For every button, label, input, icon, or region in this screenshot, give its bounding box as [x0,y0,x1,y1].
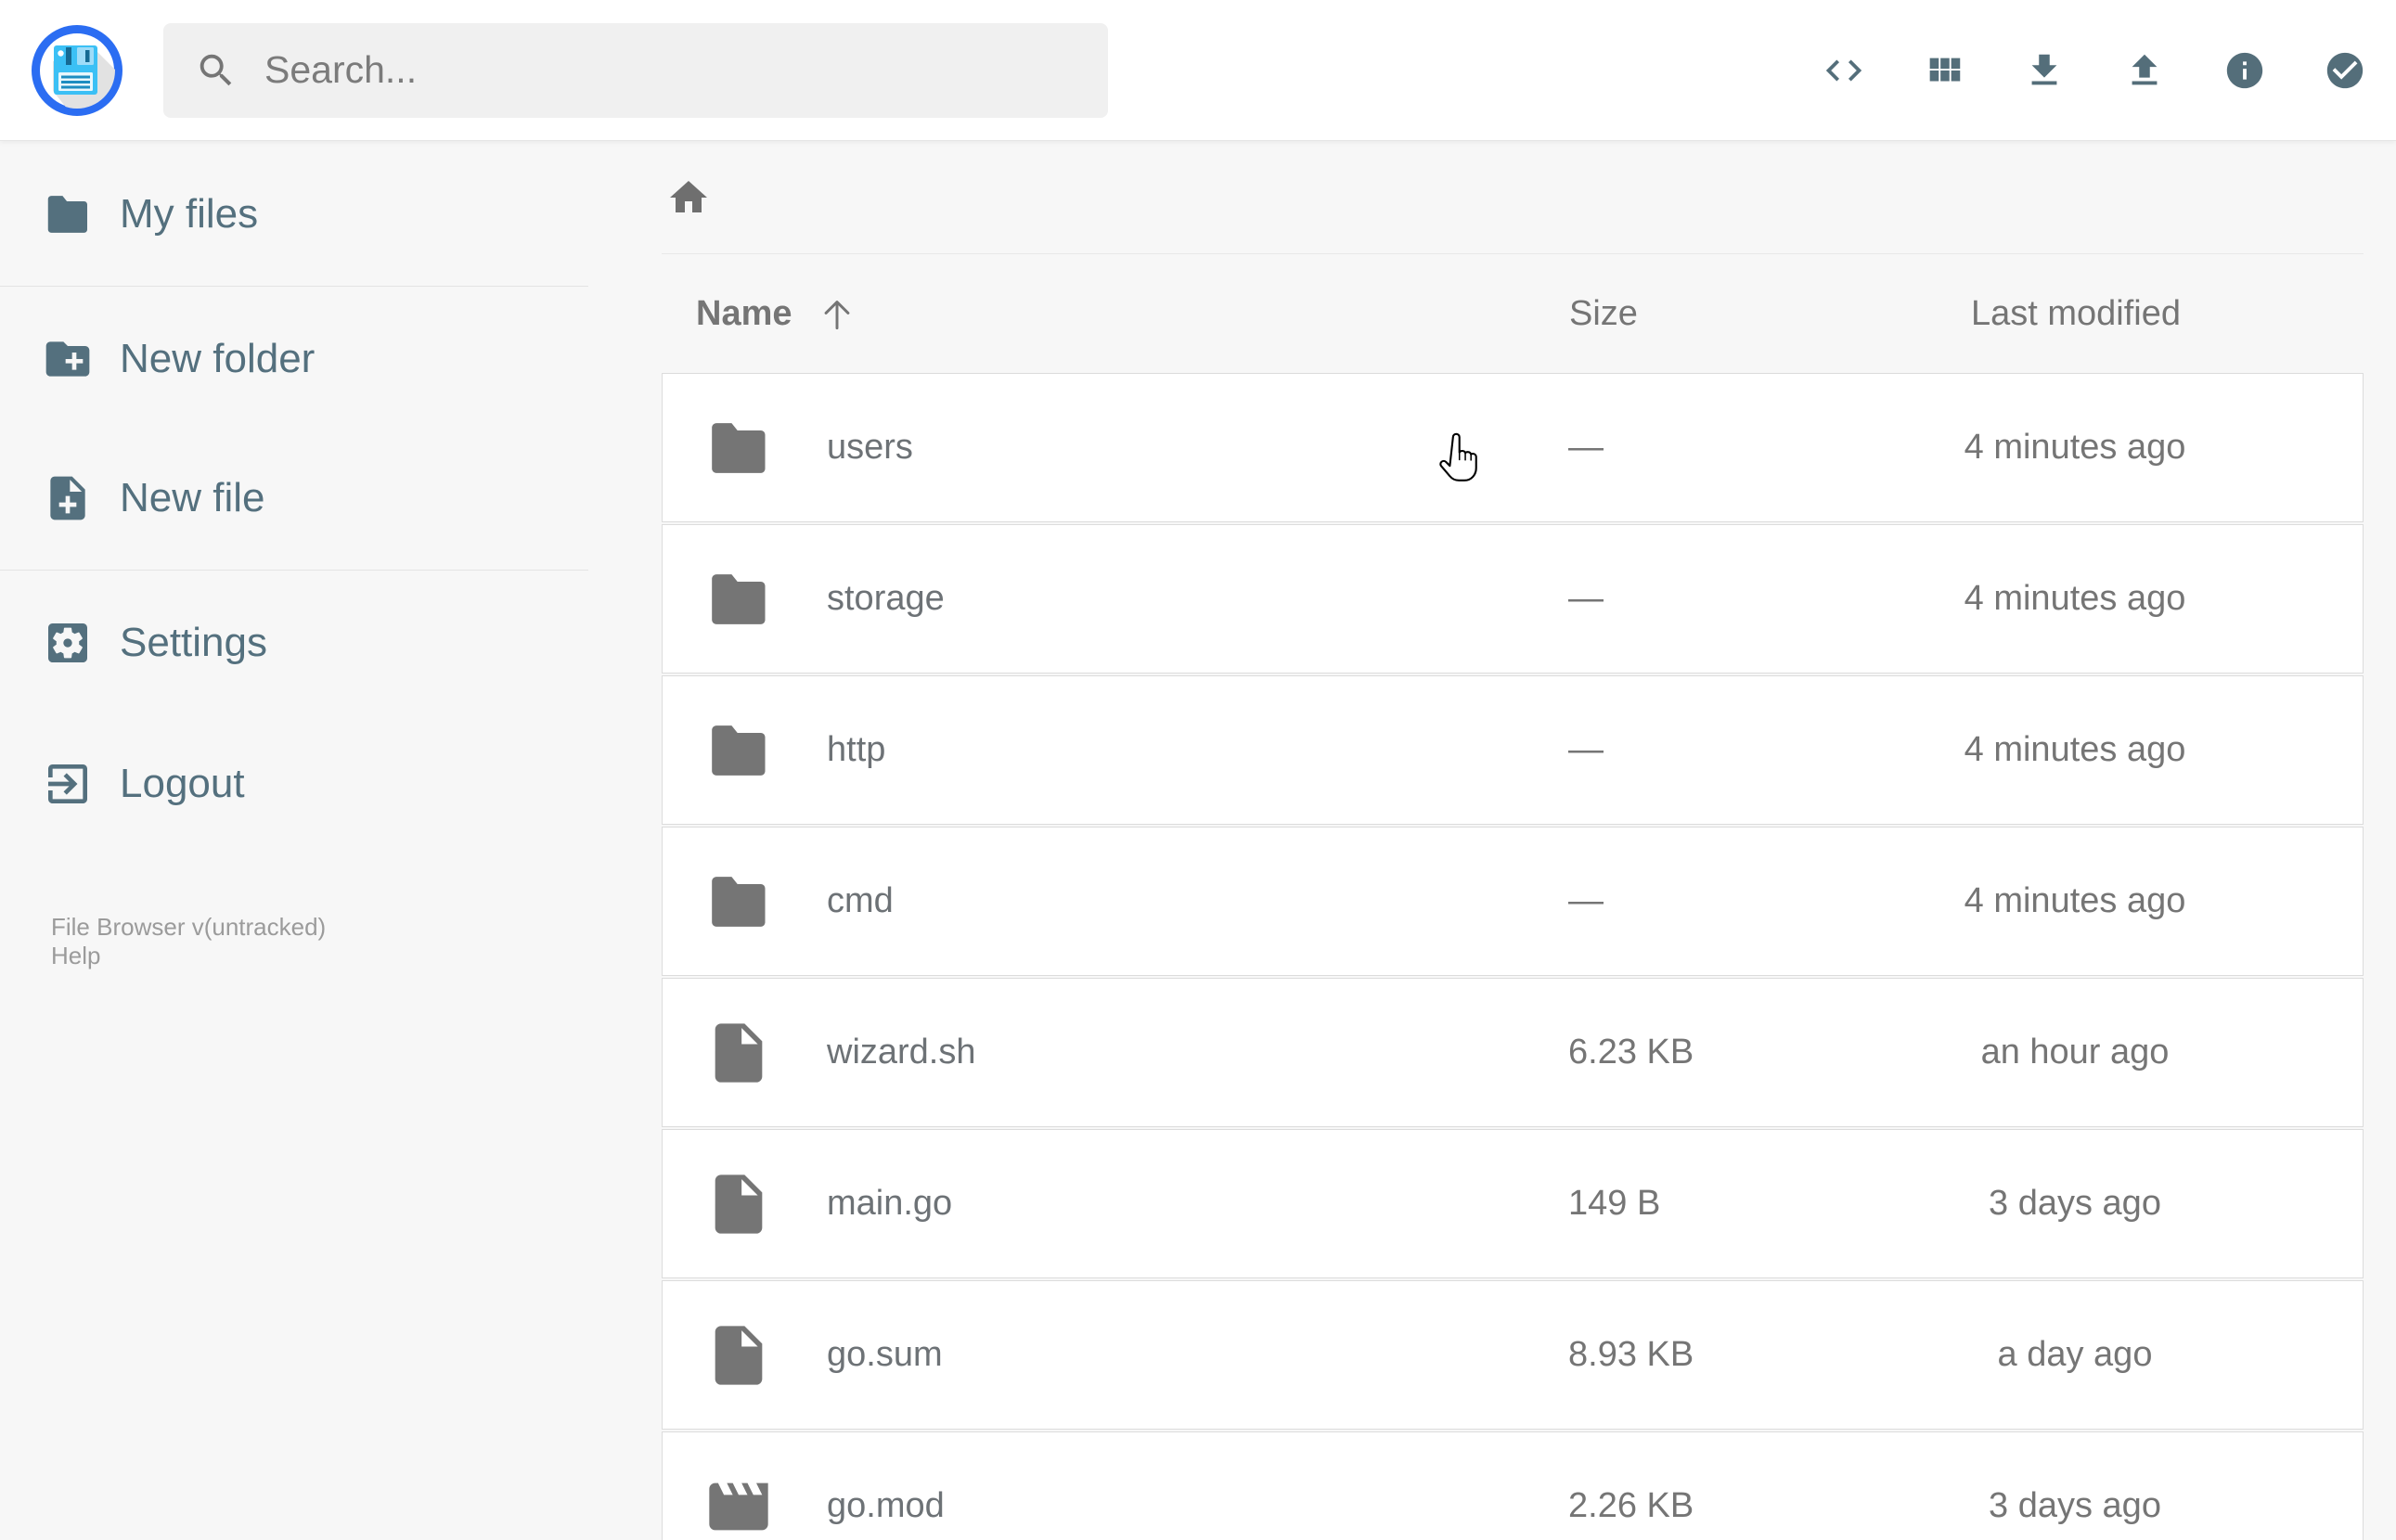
file-size: 2.26 KB [1568,1486,1694,1525]
help-link[interactable]: Help [51,942,326,970]
sidebar-item-label: Settings [120,620,267,665]
file-name-cell: go.sum [663,1320,1509,1391]
sidebar-item-new-file[interactable]: New file [0,456,588,540]
new-file-icon [42,472,94,524]
top-bar [0,0,2396,141]
code-icon [1823,49,1865,92]
file-name: go.sum [827,1335,943,1374]
file-name-cell: main.go [663,1169,1509,1239]
file-name-cell: storage [663,564,1509,635]
info-icon [2223,49,2266,92]
code-button[interactable] [1823,49,1865,92]
logout-icon [42,758,94,810]
folder-icon [703,715,774,786]
version-link[interactable]: File Browser v(untracked) [51,913,326,942]
file-size: — [1568,881,1604,920]
row-users[interactable]: users — 4 minutes ago [662,373,2364,522]
sidebar-item-label: My files [120,191,259,237]
sidebar-item-new-folder[interactable]: New folder [0,317,588,401]
breadcrumb [662,141,2364,254]
check-circle-button[interactable] [2324,49,2366,92]
row-cmd[interactable]: cmd — 4 minutes ago [662,827,2364,976]
file-name-cell: wizard.sh [663,1018,1509,1088]
file-name-cell: go.mod [663,1471,1509,1540]
upload-button[interactable] [2123,49,2166,92]
row-http[interactable]: http — 4 minutes ago [662,675,2364,825]
home-icon[interactable] [666,175,711,220]
info-button[interactable] [2223,49,2266,92]
check-circle-icon [2324,49,2366,92]
file-name: users [827,428,913,467]
file-size: 8.93 KB [1568,1335,1694,1374]
file-modified: 4 minutes ago [1964,881,2186,920]
upload-icon [2123,49,2166,92]
settings-icon [42,617,94,669]
row-wizard-sh[interactable]: wizard.sh 6.23 KB an hour ago [662,978,2364,1127]
search-icon [195,49,238,92]
sidebar-item-settings[interactable]: Settings [0,601,588,685]
row-main-go[interactable]: main.go 149 B 3 days ago [662,1129,2364,1278]
sidebar-item-label: New folder [120,336,316,381]
file-name: go.mod [827,1486,945,1525]
row-go-mod[interactable]: go.mod 2.26 KB 3 days ago [662,1431,2364,1540]
file-list: users — 4 minutes ago storage — 4 minute… [662,373,2364,1540]
file-name-cell: cmd [663,866,1509,937]
file-name: http [827,730,886,769]
download-button[interactable] [2023,49,2066,92]
file-size: 149 B [1568,1184,1661,1223]
file-browser-logo[interactable] [31,24,123,117]
file-name: cmd [827,881,894,920]
movie-icon [703,1471,774,1540]
file-size: 6.23 KB [1568,1033,1694,1072]
sidebar-nav: My files New folder New file Settings Lo… [0,173,588,826]
search-bar[interactable] [163,22,1108,118]
file-name: main.go [827,1184,953,1223]
grid-view-button[interactable] [1923,49,1965,92]
file-icon [703,1169,774,1239]
header-actions [1823,49,2366,92]
folder-icon [42,188,94,240]
file-name: storage [827,579,945,618]
grid-view-icon [1923,49,1965,92]
file-modified: an hour ago [1980,1033,2170,1072]
search-input[interactable] [264,22,1108,118]
download-icon [2023,49,2066,92]
file-icon [703,1018,774,1088]
file-modified: 4 minutes ago [1964,428,2186,467]
file-name-cell: users [663,413,1509,483]
file-size: — [1568,579,1604,618]
column-header-modified[interactable]: Last modified [1788,294,2364,334]
file-modified: 3 days ago [1989,1184,2161,1223]
sidebar-divider [0,286,588,287]
sidebar-item-my-files[interactable]: My files [0,173,588,256]
file-size: — [1568,428,1604,467]
file-modified: 4 minutes ago [1964,730,2186,769]
file-icon [703,1320,774,1391]
listing-header: Name Size Last modified [662,254,2364,373]
sidebar-item-label: Logout [120,761,245,806]
column-header-name[interactable]: Name [662,293,1510,334]
folder-icon [703,866,774,937]
row-go-sum[interactable]: go.sum 8.93 KB a day ago [662,1280,2364,1430]
sidebar-divider [0,570,588,571]
file-name-cell: http [663,715,1509,786]
sidebar: My files New folder New file Settings Lo… [0,141,588,1540]
arrow-up-icon [817,293,857,334]
column-header-size[interactable]: Size [1510,294,1788,334]
file-modified: 3 days ago [1989,1486,2161,1525]
file-modified: a day ago [1997,1335,2153,1374]
sidebar-footer: File Browser v(untracked) Help [51,913,326,970]
new-folder-icon [42,333,94,385]
sidebar-item-logout[interactable]: Logout [0,742,588,826]
folder-icon [703,564,774,635]
file-name: wizard.sh [827,1033,976,1072]
file-listing-panel: Name Size Last modified users — 4 minute… [588,141,2396,1540]
row-storage[interactable]: storage — 4 minutes ago [662,524,2364,674]
sidebar-item-label: New file [120,475,265,520]
content-area: My files New folder New file Settings Lo… [0,141,2396,1540]
folder-icon [703,413,774,483]
file-size: — [1568,730,1604,769]
file-modified: 4 minutes ago [1964,579,2186,618]
